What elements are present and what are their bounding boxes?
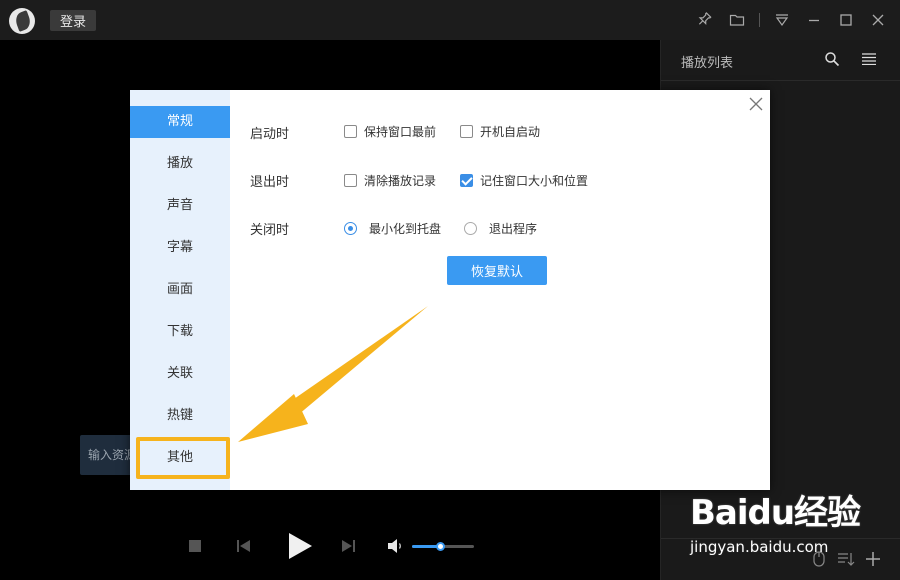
exit-label: 退出时 [250,175,290,190]
watermark-url: jingyan.baidu.com [690,538,829,556]
settings-nav: 常规 播放 声音 字幕 画面 下载 关联 热键 其他 [130,90,230,490]
volume-slider[interactable] [412,540,474,552]
title-bar: 登录 [0,0,900,40]
stop-icon[interactable] [186,536,206,556]
nav-item-audio[interactable]: 声音 [130,190,230,222]
menu-icon[interactable] [862,53,876,69]
exit-program-radio[interactable] [464,222,477,235]
playback-controls [186,530,474,562]
maximize-icon[interactable] [834,8,858,32]
window-controls [685,8,890,32]
settings-dialog: 常规 播放 声音 字幕 画面 下载 关联 热键 其他 启动时 保持窗口最前 开机… [130,90,770,490]
login-button[interactable]: 登录 [50,10,96,31]
minimize-tray-option[interactable]: 最小化到托盘 [344,220,441,237]
autostart-option[interactable]: 开机自启动 [460,123,540,140]
startup-label: 启动时 [250,127,290,142]
play-icon[interactable] [284,530,316,562]
next-icon[interactable] [338,536,358,556]
remember-window-label: 记住窗口大小和位置 [480,174,589,188]
keep-on-top-label: 保持窗口最前 [364,125,437,139]
autostart-label: 开机自启动 [480,125,541,139]
reset-defaults-button[interactable]: 恢复默认 [447,256,547,285]
autostart-checkbox[interactable] [460,125,473,138]
volume-knob[interactable] [435,542,445,551]
minimize-icon[interactable] [802,8,826,32]
keep-on-top-checkbox[interactable] [344,125,357,138]
annotation-arrow [238,306,428,442]
playlist-header: 播放列表 [661,40,900,81]
playlist-title: 播放列表 [681,56,734,71]
exit-program-option[interactable]: 退出程序 [464,220,537,237]
pin-icon[interactable] [693,8,717,32]
volume-icon[interactable] [386,536,406,556]
remember-window-checkbox[interactable] [460,174,473,187]
close-window-icon[interactable] [866,8,890,32]
app-logo [9,8,35,34]
exit-program-label: 退出程序 [489,222,538,236]
watermark-logo: Baidu经验 [690,493,861,533]
nav-item-playback[interactable]: 播放 [130,148,230,180]
sort-icon[interactable] [837,551,855,571]
nav-item-hotkeys[interactable]: 热键 [130,400,230,432]
highlight-box [136,437,230,479]
dropdown-icon[interactable] [770,8,794,32]
minimize-tray-radio[interactable] [344,222,357,235]
nav-item-video[interactable]: 画面 [130,274,230,306]
separator [759,13,760,27]
clear-history-label: 清除播放记录 [364,174,437,188]
add-icon[interactable] [865,551,881,571]
minimize-tray-label: 最小化到托盘 [369,222,442,236]
clear-history-option[interactable]: 清除播放记录 [344,172,436,189]
nav-item-association[interactable]: 关联 [130,358,230,390]
nav-item-general[interactable]: 常规 [130,106,230,138]
nav-item-download[interactable]: 下载 [130,316,230,348]
nav-item-subtitles[interactable]: 字幕 [130,232,230,264]
remember-window-option[interactable]: 记住窗口大小和位置 [460,172,588,189]
previous-icon[interactable] [234,536,254,556]
clear-history-checkbox[interactable] [344,174,357,187]
keep-on-top-option[interactable]: 保持窗口最前 [344,123,436,140]
close-label: 关闭时 [250,223,290,238]
close-icon[interactable] [748,96,764,112]
search-icon[interactable] [824,51,840,71]
folder-icon[interactable] [725,8,749,32]
